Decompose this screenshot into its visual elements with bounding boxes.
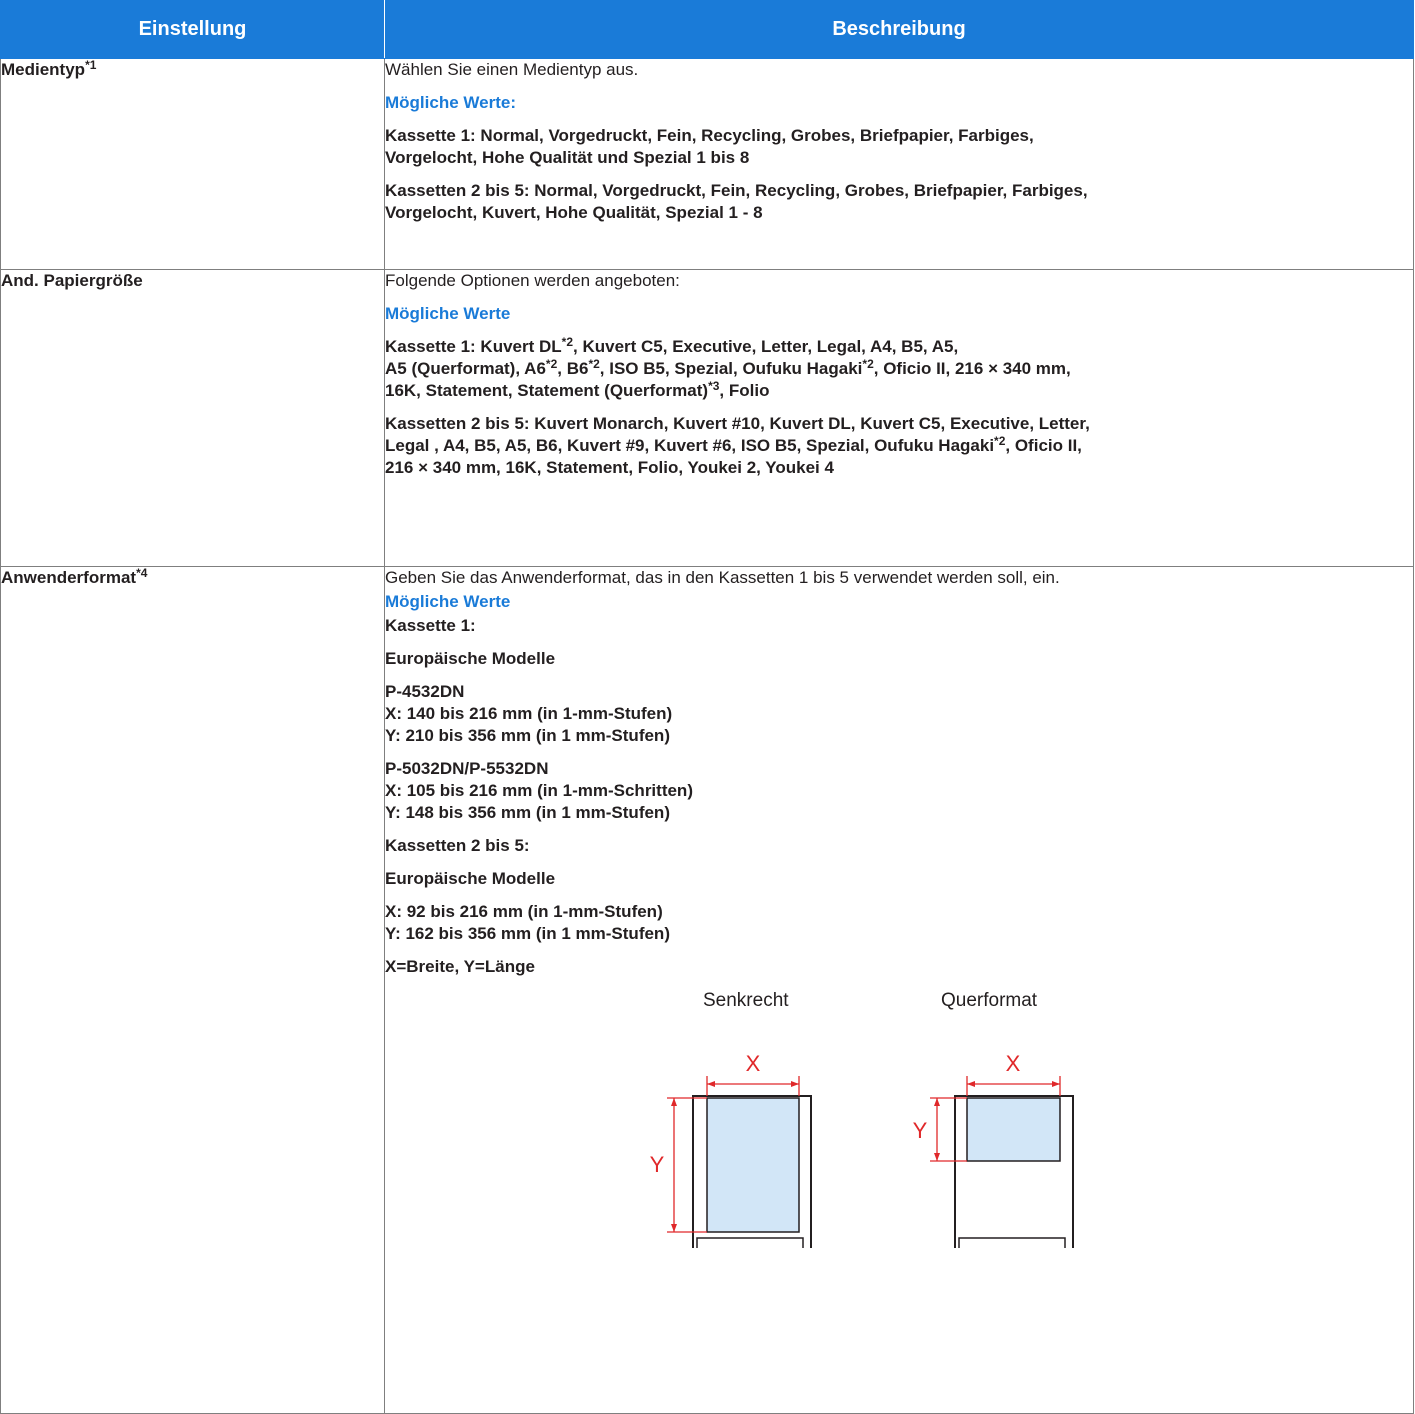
values-cassette-2-5: Kassetten 2 bis 5: Normal, Vorgedruckt, … bbox=[385, 181, 1088, 222]
values-heading: Mögliche Werte bbox=[385, 592, 511, 611]
cassette-2-5-range: X: 92 bis 216 mm (in 1-mm-Stufen) Y: 162… bbox=[385, 902, 670, 943]
xy-note: X=Breite, Y=Länge bbox=[385, 957, 535, 976]
setting-name: Medientyp bbox=[1, 60, 86, 79]
eu-models-label: Europäische Modelle bbox=[385, 649, 556, 668]
table-header-row: Einstellung Beschreibung bbox=[0, 0, 1414, 59]
setting-name: Anwenderformat bbox=[1, 568, 137, 587]
paper-diagram: X Y X Y bbox=[650, 1051, 1074, 1248]
values-heading: Mögliche Werte bbox=[385, 304, 511, 323]
setting-name: And. Papiergröße bbox=[1, 271, 143, 290]
header-setting: Einstellung bbox=[0, 0, 385, 59]
footnote-ref: *4 bbox=[136, 566, 148, 580]
table-row-anwenderformat: Anwenderformat*4 Geben Sie das Anwenderf… bbox=[0, 566, 1414, 1414]
description-intro: Geben Sie das Anwenderformat, das in den… bbox=[385, 568, 1060, 587]
setting-cell: Medientyp*1 bbox=[0, 58, 385, 270]
portrait-y-label: Y bbox=[650, 1152, 665, 1177]
footnote-ref: *2 bbox=[994, 434, 1006, 448]
values-cassette-1: Kassette 1: Kuvert DL*2, Kuvert C5, Exec… bbox=[385, 335, 1071, 400]
landscape-x-label: X bbox=[1006, 1051, 1021, 1076]
cassette-2-5-label: Kassetten 2 bis 5: bbox=[385, 836, 530, 855]
setting-cell: And. Papiergröße bbox=[0, 269, 385, 567]
paper-orientation-figure: Senkrecht Querformat X Y X Y bbox=[385, 978, 1413, 1413]
values-heading: Mögliche Werte: bbox=[385, 93, 516, 112]
setting-cell: Anwenderformat*4 bbox=[0, 566, 385, 1414]
footnote-ref: *2 bbox=[545, 357, 558, 371]
header-description: Beschreibung bbox=[384, 0, 1414, 59]
description-intro: Folgende Optionen werden angeboten: bbox=[385, 271, 680, 290]
footnote-ref: *2 bbox=[561, 335, 574, 349]
portrait-paper bbox=[706, 1097, 800, 1233]
portrait-cassette-drawing bbox=[692, 1095, 812, 1248]
model-p4532dn: P-4532DN X: 140 bis 216 mm (in 1-mm-Stuf… bbox=[385, 682, 673, 745]
footnote-ref: *1 bbox=[85, 58, 97, 72]
footnote-ref: *2 bbox=[862, 357, 874, 371]
table-row-medientyp: Medientyp*1 Wählen Sie einen Medientyp a… bbox=[0, 58, 1414, 270]
footnote-ref: *2 bbox=[588, 357, 600, 371]
description-cell: Folgende Optionen werden angeboten: Mögl… bbox=[384, 269, 1414, 567]
landscape-y-label: Y bbox=[913, 1118, 928, 1143]
model-p5032dn: P-5032DN/P-5532DN X: 105 bis 216 mm (in … bbox=[385, 759, 693, 822]
table-row-papiergroesse: And. Papiergröße Folgende Optionen werde… bbox=[0, 269, 1414, 567]
footnote-ref: *3 bbox=[708, 379, 720, 393]
description-intro: Wählen Sie einen Medientyp aus. bbox=[385, 60, 639, 79]
landscape-cassette-drawing bbox=[954, 1095, 1074, 1248]
eu-models-label-2: Europäische Modelle bbox=[385, 869, 556, 888]
values-cassette-1: Kassette 1: Normal, Vorgedruckt, Fein, R… bbox=[385, 126, 1034, 167]
settings-table: Einstellung Beschreibung Medientyp*1 Wäh… bbox=[0, 0, 1414, 1414]
portrait-x-label: X bbox=[746, 1051, 761, 1076]
landscape-paper bbox=[966, 1097, 1061, 1162]
cassette-1-label: Kassette 1: bbox=[385, 616, 476, 635]
values-cassette-2-5: Kassetten 2 bis 5: Kuvert Monarch, Kuver… bbox=[385, 414, 1090, 477]
description-cell: Geben Sie das Anwenderformat, das in den… bbox=[384, 566, 1414, 1414]
description-cell: Wählen Sie einen Medientyp aus. Mögliche… bbox=[384, 58, 1414, 270]
